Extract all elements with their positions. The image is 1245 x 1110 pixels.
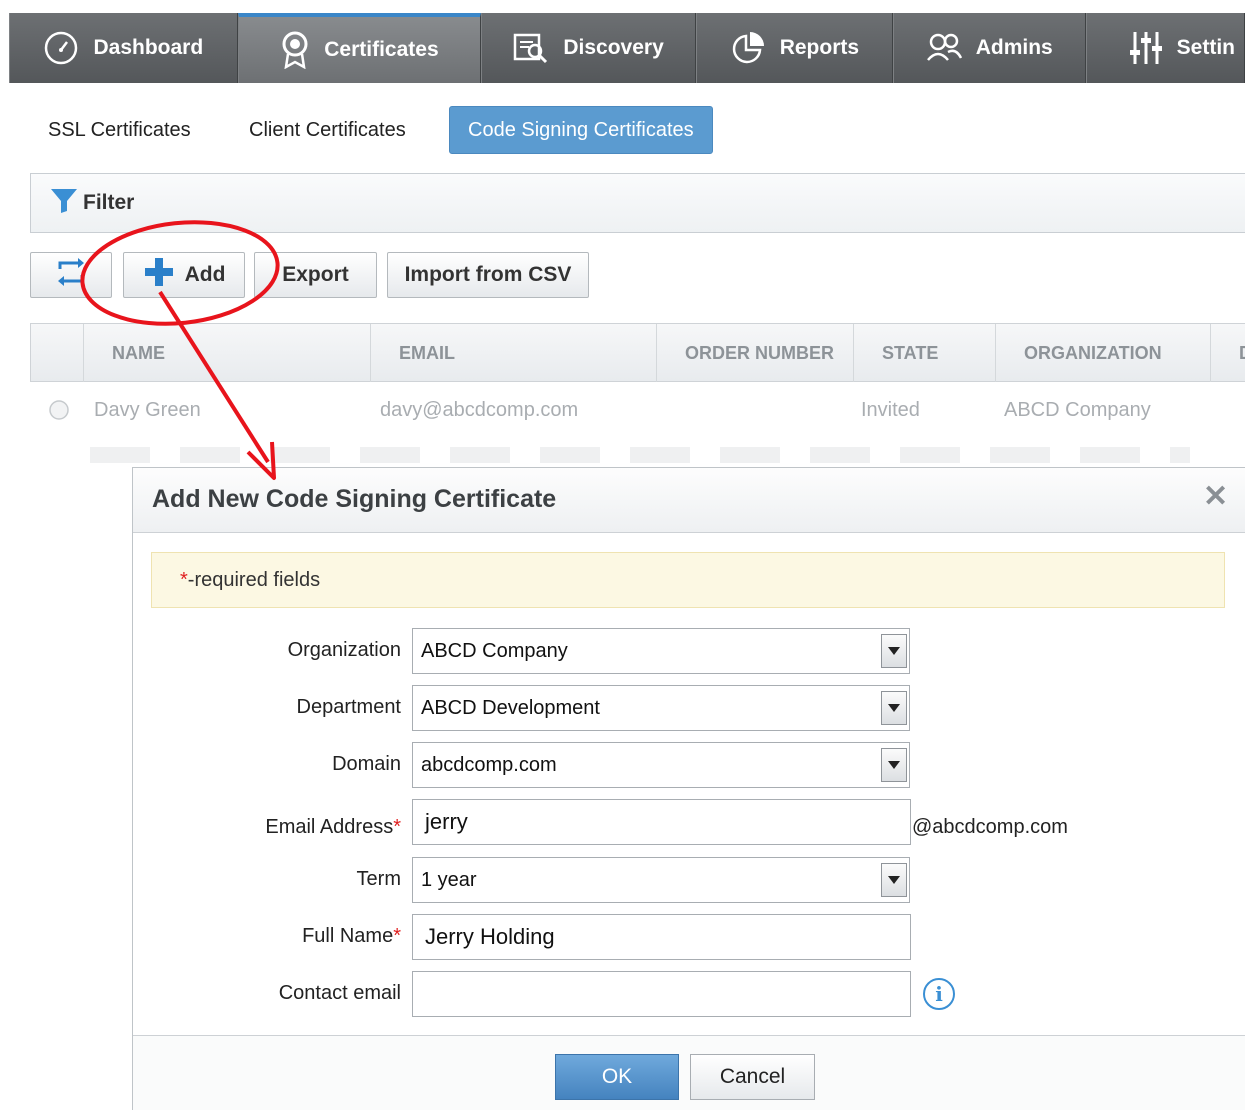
refresh-icon [52, 257, 90, 293]
dropdown-arrow-icon[interactable] [881, 691, 907, 725]
organization-value: ABCD Company [421, 639, 568, 662]
contact-email-input[interactable] [412, 971, 911, 1017]
plus-icon [143, 256, 175, 294]
department-select[interactable]: ABCD Development [412, 685, 910, 731]
nav-tab-reports[interactable]: Reports [695, 13, 893, 83]
email-label-text: Email Address [265, 816, 394, 838]
select-column-header [31, 324, 83, 382]
column-header-email[interactable]: EMAIL [370, 324, 656, 382]
certificate-icon [280, 31, 310, 69]
column-header-state[interactable]: STATE [853, 324, 995, 382]
cell-name: Davy Green [94, 398, 201, 421]
domain-select[interactable]: abcdcomp.com [412, 742, 910, 788]
subtab-code-signing-certificates[interactable]: Code Signing Certificates [449, 106, 713, 154]
gauge-icon [43, 30, 79, 66]
column-header-organization[interactable]: ORGANIZATION [995, 324, 1210, 382]
nav-tab-dashboard[interactable]: Dashboard [9, 13, 238, 83]
filter-label: Filter [83, 191, 135, 214]
contact-email-label: Contact email [278, 982, 401, 1004]
required-star: * [393, 925, 401, 947]
grid-header: NAME EMAIL ORDER NUMBER STATE ORGANIZATI… [30, 323, 1245, 382]
cancel-button[interactable]: Cancel [690, 1054, 815, 1100]
add-button[interactable]: Add [123, 252, 245, 298]
email-address-input[interactable]: jerry [412, 799, 911, 845]
top-navigation: Dashboard Certificates Discovery Reports… [9, 13, 1245, 83]
required-star: * [180, 568, 188, 591]
subtab-client-certificates[interactable]: Client Certificates [231, 106, 424, 154]
dropdown-arrow-icon[interactable] [881, 634, 907, 668]
import-csv-button-label: Import from CSV [404, 263, 572, 286]
admins-icon [926, 32, 962, 64]
export-button[interactable]: Export [254, 252, 377, 298]
department-label: Department [296, 696, 402, 718]
nav-tab-label: Settin [1176, 36, 1236, 59]
cell-state: Invited [861, 398, 920, 421]
reports-icon [730, 30, 766, 66]
full-name-value: Jerry Holding [425, 924, 555, 949]
subtab-label: SSL Certificates [48, 118, 191, 141]
domain-value: abcdcomp.com [421, 753, 557, 776]
full-name-label: Full Name* [141, 925, 401, 948]
department-value: ABCD Development [421, 696, 600, 719]
full-name-input[interactable]: Jerry Holding [412, 914, 911, 960]
full-name-label-text: Full Name [302, 925, 394, 947]
cell-organization: ABCD Company [1004, 398, 1151, 421]
nav-tab-label: Dashboard [93, 36, 204, 59]
domain-label: Domain [332, 753, 401, 775]
settings-sliders-icon [1129, 30, 1163, 66]
dropdown-arrow-icon[interactable] [881, 863, 907, 897]
dialog-header: Add New Code Signing Certificate ✕ [133, 468, 1245, 533]
add-code-signing-certificate-dialog: Add New Code Signing Certificate ✕ * -re… [132, 467, 1245, 1110]
import-csv-button[interactable]: Import from CSV [387, 252, 589, 298]
nav-tab-discovery[interactable]: Discovery [481, 13, 696, 83]
dialog-title: Add New Code Signing Certificate [152, 485, 557, 513]
required-fields-note: * -required fields [151, 552, 1225, 608]
discovery-icon [513, 32, 549, 64]
faded-table-row [90, 447, 1190, 463]
subtab-label: Client Certificates [249, 118, 406, 141]
organization-label: Organization [287, 639, 401, 661]
subtab-ssl-certificates[interactable]: SSL Certificates [30, 106, 209, 154]
term-value: 1 year [421, 868, 477, 891]
dialog-footer: OK Cancel [133, 1035, 1245, 1110]
nav-tab-label: Admins [975, 36, 1053, 59]
nav-tab-label: Certificates [324, 38, 439, 61]
nav-tab-admins[interactable]: Admins [892, 13, 1086, 83]
term-select[interactable]: 1 year [412, 857, 910, 903]
add-button-label: Add [184, 263, 226, 286]
export-button-label: Export [282, 263, 349, 286]
nav-tab-certificates[interactable]: Certificates [237, 13, 482, 83]
subtab-label: Code Signing Certificates [468, 118, 694, 141]
required-star: * [393, 816, 401, 838]
close-icon[interactable]: ✕ [1203, 482, 1228, 512]
nav-tab-label: Reports [779, 36, 860, 59]
email-value: jerry [425, 809, 468, 834]
refresh-button[interactable] [30, 252, 112, 298]
nav-tab-label: Discovery [563, 36, 664, 59]
column-header-name[interactable]: NAME [83, 324, 370, 382]
info-icon[interactable]: i [923, 978, 955, 1010]
filter-bar[interactable]: Filter [30, 173, 1245, 233]
table-row[interactable]: Davy Green davy@abcdcomp.com Invited ABC… [30, 383, 1245, 437]
column-header-d[interactable]: D [1210, 324, 1245, 382]
email-address-label: Email Address* [141, 816, 401, 839]
organization-select[interactable]: ABCD Company [412, 628, 910, 674]
term-label: Term [356, 868, 401, 890]
nav-tab-settings[interactable]: Settin [1085, 13, 1245, 83]
funnel-icon [49, 185, 79, 221]
required-note-text: -required fields [187, 568, 321, 591]
row-radio[interactable] [48, 383, 70, 437]
ok-button[interactable]: OK [555, 1054, 679, 1100]
cell-email: davy@abcdcomp.com [380, 398, 579, 421]
dropdown-arrow-icon[interactable] [881, 748, 907, 782]
email-domain-suffix: @abcdcomp.com [912, 816, 1068, 838]
column-header-order-number[interactable]: ORDER NUMBER [656, 324, 853, 382]
